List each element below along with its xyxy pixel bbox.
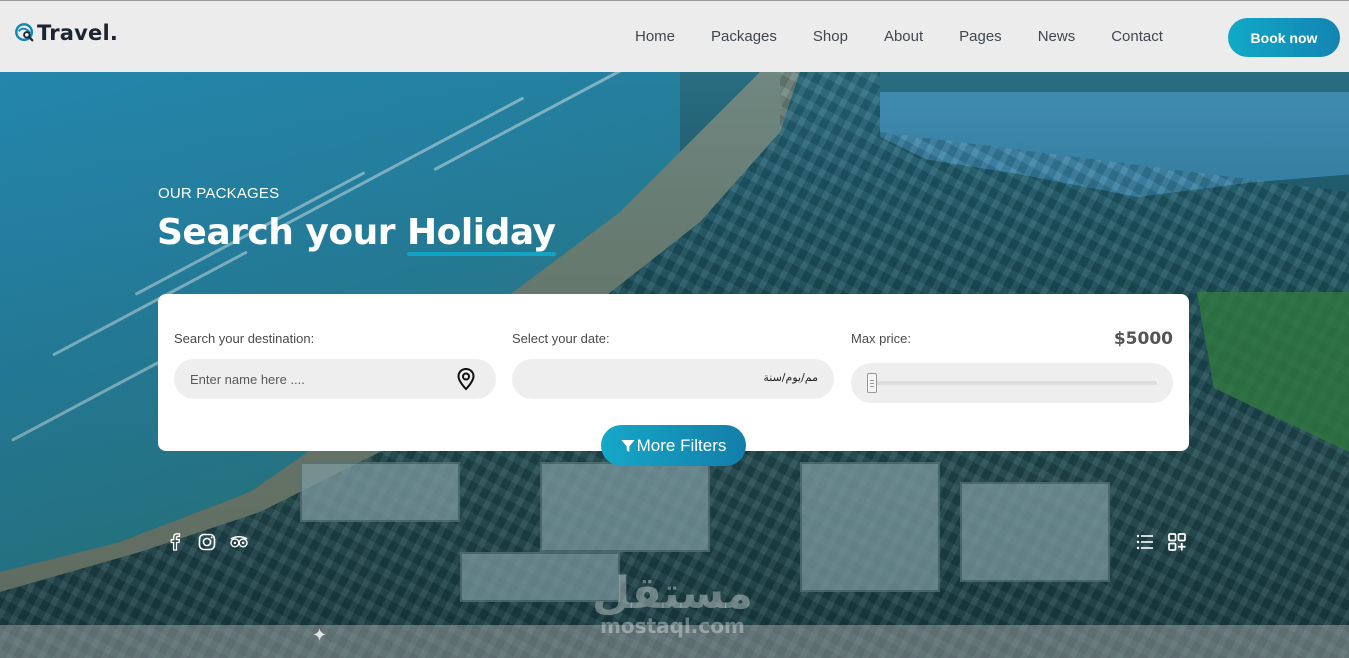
nav-contact[interactable]: Contact [1111,28,1163,45]
grid-view-icon[interactable] [1167,532,1187,552]
price-label: Max price: [851,331,911,346]
price-slider-handle[interactable] [867,373,877,393]
nav-pages[interactable]: Pages [959,28,1002,45]
price-value: $5000 [1113,329,1173,349]
hero-title-highlight: Holiday [407,212,556,256]
hero-title: Search your Holiday [157,212,556,256]
watermark-latin: mostaql.com [600,614,745,638]
nav-home[interactable]: Home [635,28,675,45]
social-links [165,532,249,552]
watermark: مستقل mostaql.com [592,568,753,639]
brand-logo[interactable]: Travel. [14,21,118,45]
view-toggles [1135,532,1187,552]
hero-eyebrow: OUR PACKAGES [158,185,280,202]
price-slider[interactable] [851,363,1173,403]
date-value: مم/يوم/سنة [763,371,818,384]
main-nav: Home Packages Shop About Pages News Cont… [617,28,1181,45]
hero-title-prefix: Search your [157,212,395,253]
nav-packages[interactable]: Packages [711,28,777,45]
book-now-button[interactable]: Book now [1228,18,1340,57]
destination-label: Search your destination: [174,331,315,346]
date-label: Select your date: [512,331,610,346]
nav-about[interactable]: About [884,28,923,45]
instagram-icon[interactable] [197,532,217,552]
list-view-icon[interactable] [1135,532,1155,552]
brand-name: Travel. [37,21,119,45]
globe-search-icon [15,23,34,42]
date-field[interactable]: مم/يوم/سنة [512,359,834,399]
site-header: Travel. Home Packages Shop About Pages N… [0,0,1349,72]
hero-section: OUR PACKAGES Search your Holiday Search … [0,72,1349,658]
destination-input[interactable] [190,359,440,399]
location-pin-icon[interactable] [454,367,478,391]
facebook-icon[interactable] [165,532,185,552]
watermark-arabic: مستقل [592,568,753,619]
tripadvisor-icon[interactable] [229,532,249,552]
nav-news[interactable]: News [1038,28,1076,45]
arrow-up-icon: ✦ [312,625,328,646]
price-slider-track [867,381,1157,385]
destination-field [174,359,496,399]
more-filters-button[interactable]: More Filters [601,425,746,466]
more-filters-label: More Filters [636,435,727,455]
nav-shop[interactable]: Shop [813,28,848,45]
filter-funnel-icon [621,439,635,452]
